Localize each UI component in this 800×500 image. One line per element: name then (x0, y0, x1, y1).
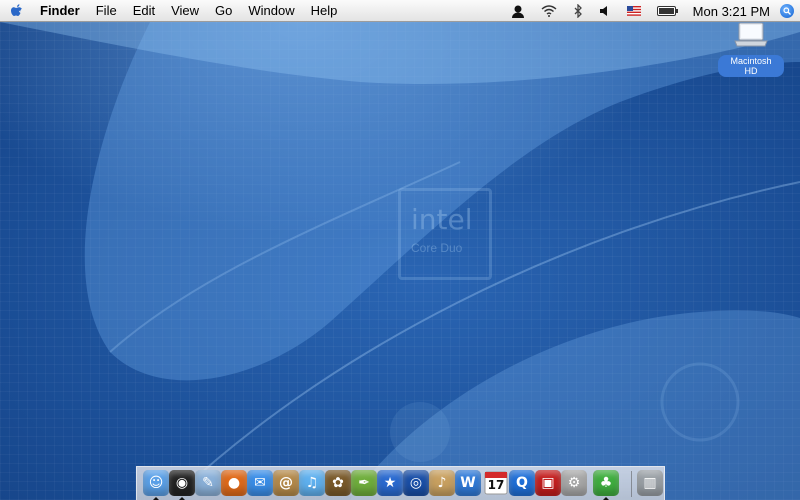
iphoto-icon[interactable]: ✿ (325, 470, 351, 496)
menu-go[interactable]: Go (207, 0, 240, 22)
adium-icon[interactable]: ♣ (593, 470, 619, 496)
battery-icon[interactable] (656, 6, 679, 16)
menu-help[interactable]: Help (303, 0, 346, 22)
apple-icon[interactable] (10, 3, 26, 19)
dock-separator (631, 471, 632, 497)
menu-window[interactable]: Window (240, 0, 302, 22)
ical-icon[interactable]: 17 (483, 470, 509, 496)
address-book-icon[interactable]: @ (273, 470, 299, 496)
ichat-icon[interactable]: ✉ (247, 470, 273, 496)
itunes-icon[interactable]: ♫ (299, 470, 325, 496)
idvd-icon[interactable]: ◎ (403, 470, 429, 496)
menu-finder[interactable]: Finder (36, 0, 88, 22)
iweb-icon[interactable]: ✒ (351, 470, 377, 496)
desktop[interactable]: intel Core Duo (0, 22, 800, 500)
volume-icon[interactable] (599, 5, 611, 17)
menu-edit[interactable]: Edit (125, 0, 163, 22)
intel-text: intel (411, 203, 473, 236)
laptop-drive-icon (733, 22, 769, 52)
wifi-icon[interactable] (541, 5, 557, 17)
intel-logo: intel Core Duo (398, 188, 492, 280)
dock: ☺ ◉ ✎ ● ✉ @ ♫ ✿ ✒ ★ ◎ ♪ W 17 Q ▣ ⚙ ♣ ▥ (136, 466, 665, 500)
intel-subtext: Core Duo (411, 241, 463, 255)
imovie-icon[interactable]: ★ (377, 470, 403, 496)
bluetooth-icon[interactable] (573, 4, 583, 18)
menu-view[interactable]: View (163, 0, 207, 22)
trash-icon[interactable]: ▥ (637, 470, 663, 496)
menu-bar: Finder File Edit View Go Window Help Mon… (0, 0, 800, 22)
system-preferences-icon[interactable]: ⚙ (561, 470, 587, 496)
menu-clock[interactable]: Mon 3:21 PM (693, 4, 770, 19)
iwork-icon[interactable]: W (455, 470, 481, 496)
menu-file[interactable]: File (88, 0, 125, 22)
ical-date: 17 (487, 478, 505, 492)
quicktime-icon[interactable]: Q (509, 470, 535, 496)
preview-icon[interactable]: ✎ (195, 470, 221, 496)
us-flag-icon[interactable] (626, 6, 641, 16)
garageband-icon[interactable]: ♪ (429, 470, 455, 496)
user-icon[interactable] (511, 4, 525, 18)
spotlight-icon[interactable] (780, 4, 794, 18)
status-area: Mon 3:21 PM (503, 0, 800, 22)
photo-booth-icon[interactable]: ▣ (535, 470, 561, 496)
drive-label: Macintosh HD (718, 55, 784, 77)
firefox-icon[interactable]: ● (221, 470, 247, 496)
finder-icon[interactable]: ☺ (143, 470, 169, 496)
dashboard-icon[interactable]: ◉ (169, 470, 195, 496)
macintosh-hd[interactable]: Macintosh HD (718, 22, 784, 79)
